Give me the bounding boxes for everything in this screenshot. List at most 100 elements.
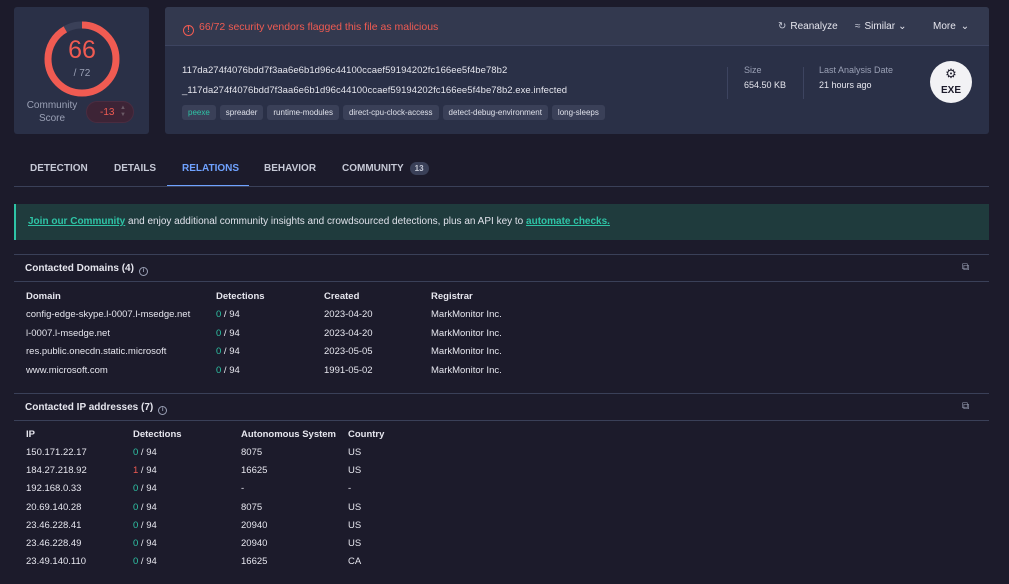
tag-detect-debug-environment[interactable]: detect-debug-environment [442, 105, 548, 120]
banner-text: Join our Community and enjoy additional … [28, 216, 610, 227]
tag-runtime-modules[interactable]: runtime-modules [267, 105, 339, 120]
tab-behavior[interactable]: BEHAVIOR [249, 153, 327, 187]
info-header: ! 66/72 security vendors flagged this fil… [165, 7, 989, 46]
alert-icon: ! [183, 25, 194, 36]
detection-total: / 72 [73, 68, 91, 79]
column-header-created: Created [324, 291, 360, 302]
info-icon[interactable]: i [158, 406, 168, 415]
detection-count: 66 [68, 36, 96, 64]
autonomous-system: 8075 [241, 501, 263, 513]
column-header-domain: Domain [26, 291, 61, 302]
section-divider [14, 393, 989, 394]
domain-link[interactable]: l-0007.l-msedge.net [26, 328, 110, 339]
column-header-ip: IP [26, 429, 35, 440]
country: - [348, 483, 352, 495]
country: US [348, 465, 362, 477]
community-score-label: Community Score [26, 100, 78, 124]
file-type-label: EXE [940, 85, 961, 96]
ip-link[interactable]: 184.27.218.92 [26, 465, 87, 476]
registrar: MarkMonitor Inc. [431, 327, 502, 339]
automate-checks-link[interactable]: automate checks. [526, 216, 610, 227]
tag-peexe[interactable]: peexe [182, 105, 216, 120]
file-name: _117da274f4076bdd7f3aa6e6b1d96c44100ccae… [182, 85, 568, 96]
refresh-icon: ↻ [778, 21, 787, 32]
detection-ratio: 0 / 94 [216, 346, 240, 357]
size-value: 654.50 KB [744, 80, 787, 90]
detection-ratio: 0 / 94 [133, 483, 157, 494]
autonomous-system: 16625 [241, 556, 268, 568]
section-divider [14, 420, 989, 421]
tab-community[interactable]: COMMUNITY 13 [327, 153, 447, 187]
registrar: MarkMonitor Inc. [431, 346, 502, 357]
column-header-autonomous-system: Autonomous System [241, 429, 337, 440]
country: US [348, 519, 362, 531]
gear-icon: ⚙ [945, 66, 957, 81]
ip-link[interactable]: 23.46.228.41 [26, 520, 81, 531]
created-date: 1991-05-02 [324, 364, 373, 376]
autonomous-system: 16625 [241, 465, 268, 477]
detection-total: / 94 [138, 483, 157, 495]
tag-direct-cpu-clock-access[interactable]: direct-cpu-clock-access [342, 105, 439, 120]
detection-ratio: 1 / 94 [133, 465, 157, 476]
detection-ratio: 0 / 94 [216, 309, 240, 320]
domain-link[interactable]: res.public.onecdn.static.microsoft [26, 346, 166, 357]
country: US [348, 538, 362, 549]
last-analysis: Last Analysis Date 21 hours ago [819, 65, 893, 90]
autonomous-system: 20940 [241, 538, 268, 549]
tabs-divider [14, 186, 989, 187]
community-banner: Join our Community and enjoy additional … [14, 204, 989, 240]
contacted-ips-title: Contacted IP addresses (7) i [25, 402, 168, 415]
created-date: 2023-05-05 [324, 346, 373, 357]
copy-icon[interactable]: ⧉ [962, 401, 969, 412]
tag-list: peexe spreader runtime-modules direct-cpu-c… [182, 105, 609, 120]
ip-link[interactable]: 192.168.0.33 [26, 483, 81, 494]
ip-link[interactable]: 23.49.140.110 [26, 556, 86, 567]
reanalyze-button[interactable]: ↻ Reanalyze [778, 21, 838, 32]
detection-score-card: 66 / 72 Community Score -13 ▲ ▼ [14, 7, 149, 134]
column-header-detections: Detections [133, 429, 182, 440]
join-community-link[interactable]: Join our Community [28, 216, 125, 227]
similar-button[interactable]: ≈ Similar ⌄ [855, 21, 906, 32]
detection-total: / 94 [221, 346, 240, 357]
more-button[interactable]: More ⌄ [933, 21, 969, 32]
info-icon[interactable]: i [138, 267, 148, 276]
file-size: Size 654.50 KB [744, 65, 786, 90]
community-score-stepper[interactable]: -13 ▲ ▼ [86, 101, 134, 123]
autonomous-system: 20940 [241, 519, 268, 531]
detection-ratio: 0 / 94 [133, 520, 157, 531]
community-count-badge: 13 [409, 162, 429, 175]
country: US [348, 501, 362, 513]
domain-link[interactable]: www.microsoft.com [26, 365, 108, 376]
detection-total: / 94 [138, 501, 157, 513]
created-date: 2023-04-20 [324, 327, 373, 339]
detection-ratio: 0 / 94 [133, 556, 157, 567]
ip-link[interactable]: 150.171.22.17 [26, 447, 87, 458]
registrar: MarkMonitor Inc. [431, 309, 502, 320]
detection-gauge: 66 / 72 [42, 19, 122, 99]
detection-total: / 94 [138, 519, 157, 531]
divider [803, 67, 804, 99]
tab-detection[interactable]: DETECTION [14, 153, 99, 187]
tag-spreader[interactable]: spreader [219, 105, 264, 120]
tab-details[interactable]: DETAILS [99, 153, 167, 187]
detection-total: / 94 [221, 364, 240, 376]
domain-link[interactable]: config-edge-skype.l-0007.l-msedge.net [26, 309, 190, 320]
created-date: 2023-04-20 [324, 309, 373, 320]
file-hash[interactable]: 117da274f4076bdd7f3aa6e6b1d96c44100ccaef… [182, 65, 507, 76]
ip-link[interactable]: 23.46.228.49 [26, 538, 81, 549]
detection-ratio: 0 / 94 [216, 365, 240, 376]
last-analysis-label: Last Analysis Date [819, 65, 894, 75]
ip-link[interactable]: 20.69.140.28 [26, 502, 81, 513]
detection-ratio: 0 / 94 [133, 502, 157, 513]
detection-ratio: 0 / 94 [216, 328, 240, 339]
column-header-detections: Detections [216, 291, 265, 302]
tag-long-sleeps[interactable]: long-sleeps [551, 105, 605, 120]
vote-arrows-icon[interactable]: ▲ ▼ [120, 105, 126, 119]
contacted-domains-title: Contacted Domains (4) i [25, 263, 148, 276]
detection-ratio: 0 / 94 [133, 447, 157, 458]
copy-icon[interactable]: ⧉ [962, 262, 969, 273]
section-divider [14, 254, 989, 255]
detection-total: / 94 [221, 327, 240, 339]
detection-total: / 94 [138, 556, 157, 568]
tab-relations[interactable]: RELATIONS [167, 153, 249, 187]
